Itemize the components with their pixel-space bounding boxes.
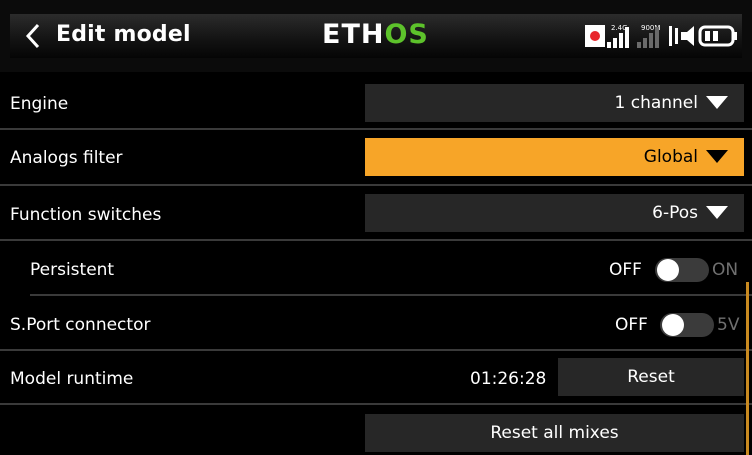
volume-icon <box>669 26 694 46</box>
sport-on-label: 5V <box>717 315 740 335</box>
analogs-filter-value: Global <box>643 147 698 167</box>
engine-value: 1 channel <box>614 93 699 113</box>
ethos-logo: ETHOS <box>322 19 429 50</box>
battery-icon <box>698 25 737 47</box>
toggle-knob <box>657 259 679 281</box>
row-divider <box>0 349 752 351</box>
engine-dropdown[interactable]: 1 channel <box>365 84 744 122</box>
row-divider <box>0 128 752 130</box>
persistent-label: Persistent <box>30 260 115 280</box>
function-switches-dropdown[interactable]: 6-Pos <box>365 194 744 232</box>
model-runtime-value: 01:26:28 <box>470 369 547 389</box>
row-divider <box>0 239 752 241</box>
persistent-on-label: ON <box>712 260 739 280</box>
sport-off-label: OFF <box>615 315 648 335</box>
function-switches-value: 6-Pos <box>652 203 698 223</box>
status-icons: 2.4G 900M <box>585 24 737 48</box>
chevron-down-icon <box>706 206 728 219</box>
signal-900-icon: 900M <box>637 24 660 48</box>
persistent-off-label: OFF <box>609 260 642 280</box>
signal-24-icon: 2.4G <box>607 24 629 48</box>
page-title: Edit model <box>56 22 191 47</box>
toggle-knob <box>662 314 684 336</box>
row-divider <box>0 184 752 186</box>
model-runtime-label: Model runtime <box>10 369 134 389</box>
row-divider <box>0 403 752 405</box>
sport-connector-toggle[interactable] <box>660 313 714 337</box>
analogs-filter-label: Analogs filter <box>10 148 123 168</box>
back-arrow-icon[interactable] <box>24 21 42 51</box>
function-switches-label: Function switches <box>10 205 162 225</box>
header: Edit model ETHOS 2.4G 900M <box>0 0 752 72</box>
chevron-down-icon <box>706 96 728 109</box>
engine-label: Engine <box>10 94 69 114</box>
sport-connector-label: S.Port connector <box>10 315 151 335</box>
reset-all-mixes-button[interactable]: Reset all mixes <box>365 414 744 452</box>
chevron-down-icon <box>706 150 728 163</box>
scrollbar[interactable] <box>746 282 749 455</box>
analogs-filter-dropdown[interactable]: Global <box>365 138 744 176</box>
row-divider <box>30 294 752 296</box>
record-icon <box>585 25 605 47</box>
persistent-toggle[interactable] <box>655 258 709 282</box>
reset-runtime-button[interactable]: Reset <box>558 358 744 396</box>
